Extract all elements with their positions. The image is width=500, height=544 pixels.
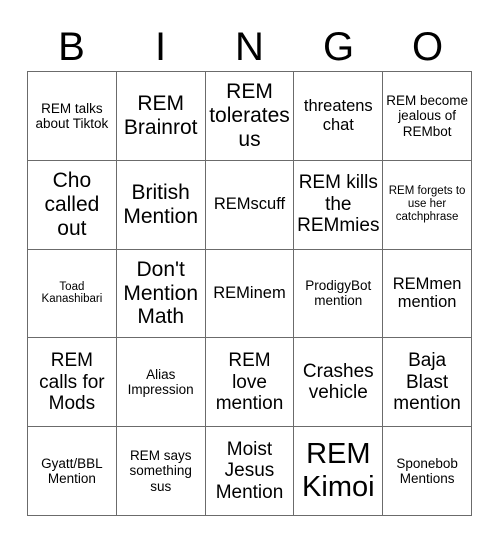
bingo-cell-n4[interactable]: REM love mention xyxy=(205,338,295,428)
bingo-cell-o2[interactable]: REM forgets to use her catchphrase xyxy=(383,160,472,250)
bingo-cell-i1[interactable]: REM Brainrot xyxy=(116,72,206,161)
bingo-cell-b4[interactable]: REM calls for Mods xyxy=(28,338,117,428)
bingo-cell-n3[interactable]: REMinem xyxy=(205,249,295,339)
bingo-cell-n1[interactable]: REM tolerates us xyxy=(205,72,295,161)
bingo-cell-o5[interactable]: Sponebob Mentions xyxy=(383,427,472,516)
bingo-header: B I N G O xyxy=(27,22,472,71)
bingo-cell-g2[interactable]: REM kills the REMmies xyxy=(294,160,384,250)
bingo-cell-b3[interactable]: Toad Kanashibari xyxy=(28,249,117,339)
bingo-cell-g1[interactable]: threatens chat xyxy=(294,72,384,161)
bingo-header-letter-i: I xyxy=(154,24,167,69)
bingo-header-letter-g: G xyxy=(322,24,355,69)
bingo-header-letter-n: N xyxy=(235,24,264,69)
bingo-cell-i3[interactable]: Don't Mention Math xyxy=(116,249,206,339)
bingo-cell-i2[interactable]: British Mention xyxy=(116,160,206,250)
bingo-cell-g3[interactable]: ProdigyBot mention xyxy=(294,249,384,339)
bingo-cell-o3[interactable]: REMmen mention xyxy=(383,249,472,339)
bingo-header-letter-b: B xyxy=(58,24,85,69)
bingo-header-letter-o: O xyxy=(411,24,444,69)
bingo-card: B I N G O REM talks about Tiktok REM Bra… xyxy=(0,0,500,544)
bingo-cell-n5[interactable]: Moist Jesus Mention xyxy=(205,427,295,516)
bingo-cell-b2[interactable]: Cho called out xyxy=(28,160,117,250)
bingo-cell-g4[interactable]: Crashes vehicle xyxy=(294,338,384,428)
bingo-cell-o1[interactable]: REM become jealous of REMbot xyxy=(383,72,472,161)
bingo-cell-b1[interactable]: REM talks about Tiktok xyxy=(28,72,117,161)
bingo-cell-b5[interactable]: Gyatt/BBL Mention xyxy=(28,427,117,516)
bingo-cell-n2[interactable]: REMscuff xyxy=(205,160,295,250)
bingo-cell-o4[interactable]: Baja Blast mention xyxy=(383,338,472,428)
bingo-cell-g5[interactable]: REM Kimoi xyxy=(294,427,384,516)
bingo-grid: REM talks about Tiktok REM Brainrot REM … xyxy=(27,71,472,516)
bingo-cell-i4[interactable]: Alias Impression xyxy=(116,338,206,428)
bingo-cell-i5[interactable]: REM says something sus xyxy=(116,427,206,516)
